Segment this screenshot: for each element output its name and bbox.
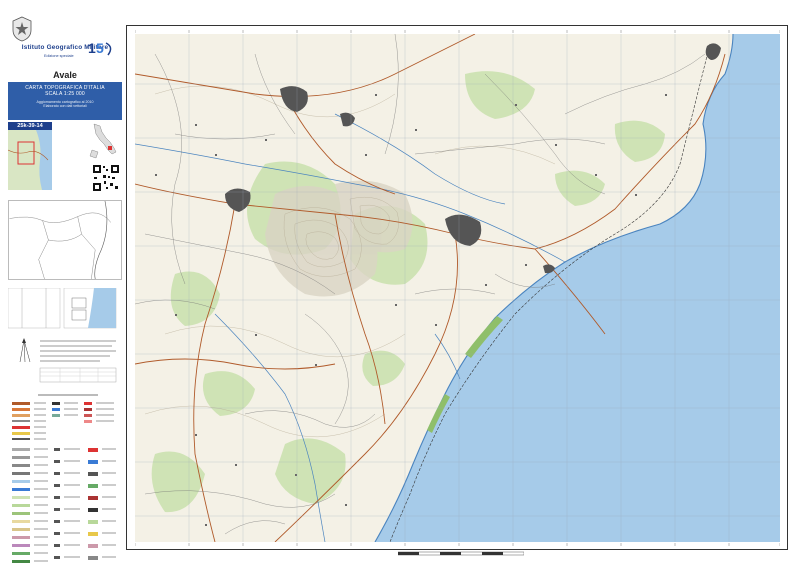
svg-text:1: 1 [88,40,96,56]
top-graticule-ticks [135,30,780,33]
sheet-code: 25k-39-14 [8,122,52,130]
series-box: CARTA TOPOGRAFICA D'ITALIA SCALA 1:25 00… [8,82,122,120]
qr-code-icon[interactable] [92,164,120,192]
note-line2: Elaborato con dati vettoriali [43,104,87,108]
legend-panel [12,338,117,563]
map-sheet: Istituto Geografico Militare Edizione sp… [0,0,800,581]
svg-text:5: 5 [96,40,104,56]
grid-declination-diagram [8,288,117,329]
series-line2: SCALA 1:25 000 [45,91,85,97]
topographic-map[interactable] [135,34,780,542]
overview-map-thumbnail [8,130,52,190]
sheet-title: Avale [53,70,77,80]
bottom-graticule-ticks [135,543,780,546]
anniversary-badge-icon: 1 5 [88,40,112,56]
scale-bar [398,551,524,556]
italy-locator-icon [89,123,117,159]
north-arrow-icon [22,338,26,343]
publisher-header: Istituto Geografico Militare Edizione sp… [8,14,122,66]
info-panel: Istituto Geografico Militare Edizione sp… [8,14,122,570]
administrative-boundaries-map [8,200,122,280]
edition-label: Edizione speciale [44,54,74,58]
emblem-icon [12,16,32,42]
